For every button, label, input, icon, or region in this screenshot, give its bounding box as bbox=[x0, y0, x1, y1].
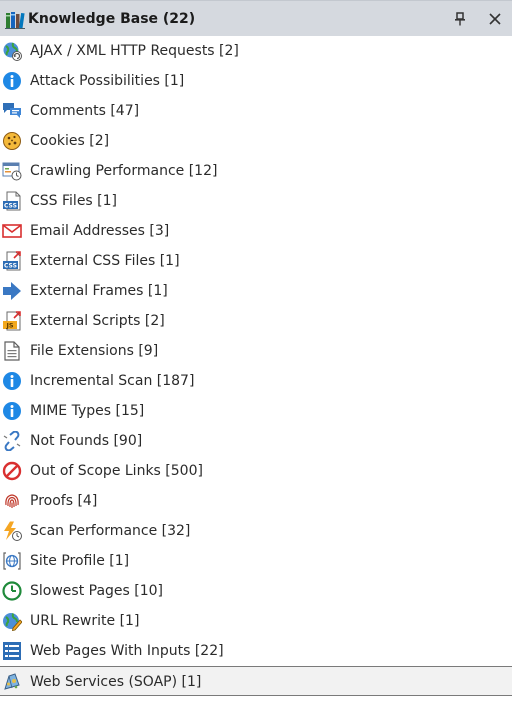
form-list-icon bbox=[2, 641, 22, 661]
list-item[interactable]: Web Pages With Inputs [22] bbox=[0, 636, 512, 666]
list-item[interactable]: Not Founds [90] bbox=[0, 426, 512, 456]
panel-title: Knowledge Base (22) bbox=[28, 11, 196, 27]
comments-icon bbox=[2, 101, 22, 121]
soap-icon bbox=[2, 672, 22, 692]
list-item[interactable]: CSS Files [1] bbox=[0, 186, 512, 216]
list-item-label: Crawling Performance [12] bbox=[30, 163, 218, 179]
list-item[interactable]: Proofs [4] bbox=[0, 486, 512, 516]
list-item[interactable]: Email Addresses [3] bbox=[0, 216, 512, 246]
fingerprint-icon bbox=[2, 491, 22, 511]
list-item-label: Cookies [2] bbox=[30, 133, 110, 149]
envelope-icon bbox=[2, 221, 22, 241]
knowledge-base-panel: Knowledge Base (22) AJAX / XML HTTP Requ… bbox=[0, 0, 512, 714]
external-css-icon bbox=[2, 251, 22, 271]
list-item-label: Attack Possibilities [1] bbox=[30, 73, 185, 89]
arrow-right-icon bbox=[2, 281, 22, 301]
globe-refresh-icon bbox=[2, 41, 22, 61]
list-item[interactable]: AJAX / XML HTTP Requests [2] bbox=[0, 36, 512, 66]
list-item-label: Slowest Pages [10] bbox=[30, 583, 164, 599]
knowledge-base-list: AJAX / XML HTTP Requests [2] Attack Possi… bbox=[0, 36, 512, 714]
list-item-label: Web Services (SOAP) [1] bbox=[30, 674, 202, 690]
document-icon bbox=[2, 341, 22, 361]
info-icon bbox=[2, 371, 22, 391]
clock-icon bbox=[2, 581, 22, 601]
list-item[interactable]: Slowest Pages [10] bbox=[0, 576, 512, 606]
list-item-label: File Extensions [9] bbox=[30, 343, 159, 359]
list-item-label: Proofs [4] bbox=[30, 493, 98, 509]
external-js-icon bbox=[2, 311, 22, 331]
info-icon bbox=[2, 71, 22, 91]
list-item-label: AJAX / XML HTTP Requests [2] bbox=[30, 43, 239, 59]
list-item[interactable]: URL Rewrite [1] bbox=[0, 606, 512, 636]
list-item[interactable]: Cookies [2] bbox=[0, 126, 512, 156]
list-item-label: External CSS Files [1] bbox=[30, 253, 180, 269]
list-item-label: Scan Performance [32] bbox=[30, 523, 191, 539]
list-item-label: Not Founds [90] bbox=[30, 433, 143, 449]
list-item-label: Web Pages With Inputs [22] bbox=[30, 643, 224, 659]
site-profile-icon bbox=[2, 551, 22, 571]
globe-pencil-icon bbox=[2, 611, 22, 631]
broken-link-icon bbox=[2, 431, 22, 451]
list-item-label: Incremental Scan [187] bbox=[30, 373, 195, 389]
list-item[interactable]: File Extensions [9] bbox=[0, 336, 512, 366]
panel-header: Knowledge Base (22) bbox=[0, 0, 512, 36]
list-item[interactable]: Attack Possibilities [1] bbox=[0, 66, 512, 96]
list-item[interactable]: Web Services (SOAP) [1] bbox=[0, 666, 512, 696]
list-item-label: Comments [47] bbox=[30, 103, 140, 119]
crawl-performance-icon bbox=[2, 161, 22, 181]
list-item[interactable]: Incremental Scan [187] bbox=[0, 366, 512, 396]
list-item-label: MIME Types [15] bbox=[30, 403, 145, 419]
books-icon bbox=[5, 11, 25, 29]
list-item-label: Site Profile [1] bbox=[30, 553, 130, 569]
list-item-label: URL Rewrite [1] bbox=[30, 613, 140, 629]
list-item-label: CSS Files [1] bbox=[30, 193, 118, 209]
close-icon[interactable] bbox=[486, 10, 504, 28]
cookie-icon bbox=[2, 131, 22, 151]
info-icon bbox=[2, 401, 22, 421]
pin-icon[interactable] bbox=[451, 10, 469, 28]
list-item-label: Out of Scope Links [500] bbox=[30, 463, 203, 479]
list-item-label: Email Addresses [3] bbox=[30, 223, 170, 239]
list-item[interactable]: External Frames [1] bbox=[0, 276, 512, 306]
list-item[interactable]: External Scripts [2] bbox=[0, 306, 512, 336]
lightning-clock-icon bbox=[2, 521, 22, 541]
list-item[interactable]: Scan Performance [32] bbox=[0, 516, 512, 546]
list-item[interactable]: MIME Types [15] bbox=[0, 396, 512, 426]
list-item[interactable]: Comments [47] bbox=[0, 96, 512, 126]
css-file-icon bbox=[2, 191, 22, 211]
list-item-label: External Scripts [2] bbox=[30, 313, 165, 329]
list-item[interactable]: Out of Scope Links [500] bbox=[0, 456, 512, 486]
list-item[interactable]: Site Profile [1] bbox=[0, 546, 512, 576]
list-item[interactable]: Crawling Performance [12] bbox=[0, 156, 512, 186]
list-item-label: External Frames [1] bbox=[30, 283, 168, 299]
no-entry-icon bbox=[2, 461, 22, 481]
list-item[interactable]: External CSS Files [1] bbox=[0, 246, 512, 276]
